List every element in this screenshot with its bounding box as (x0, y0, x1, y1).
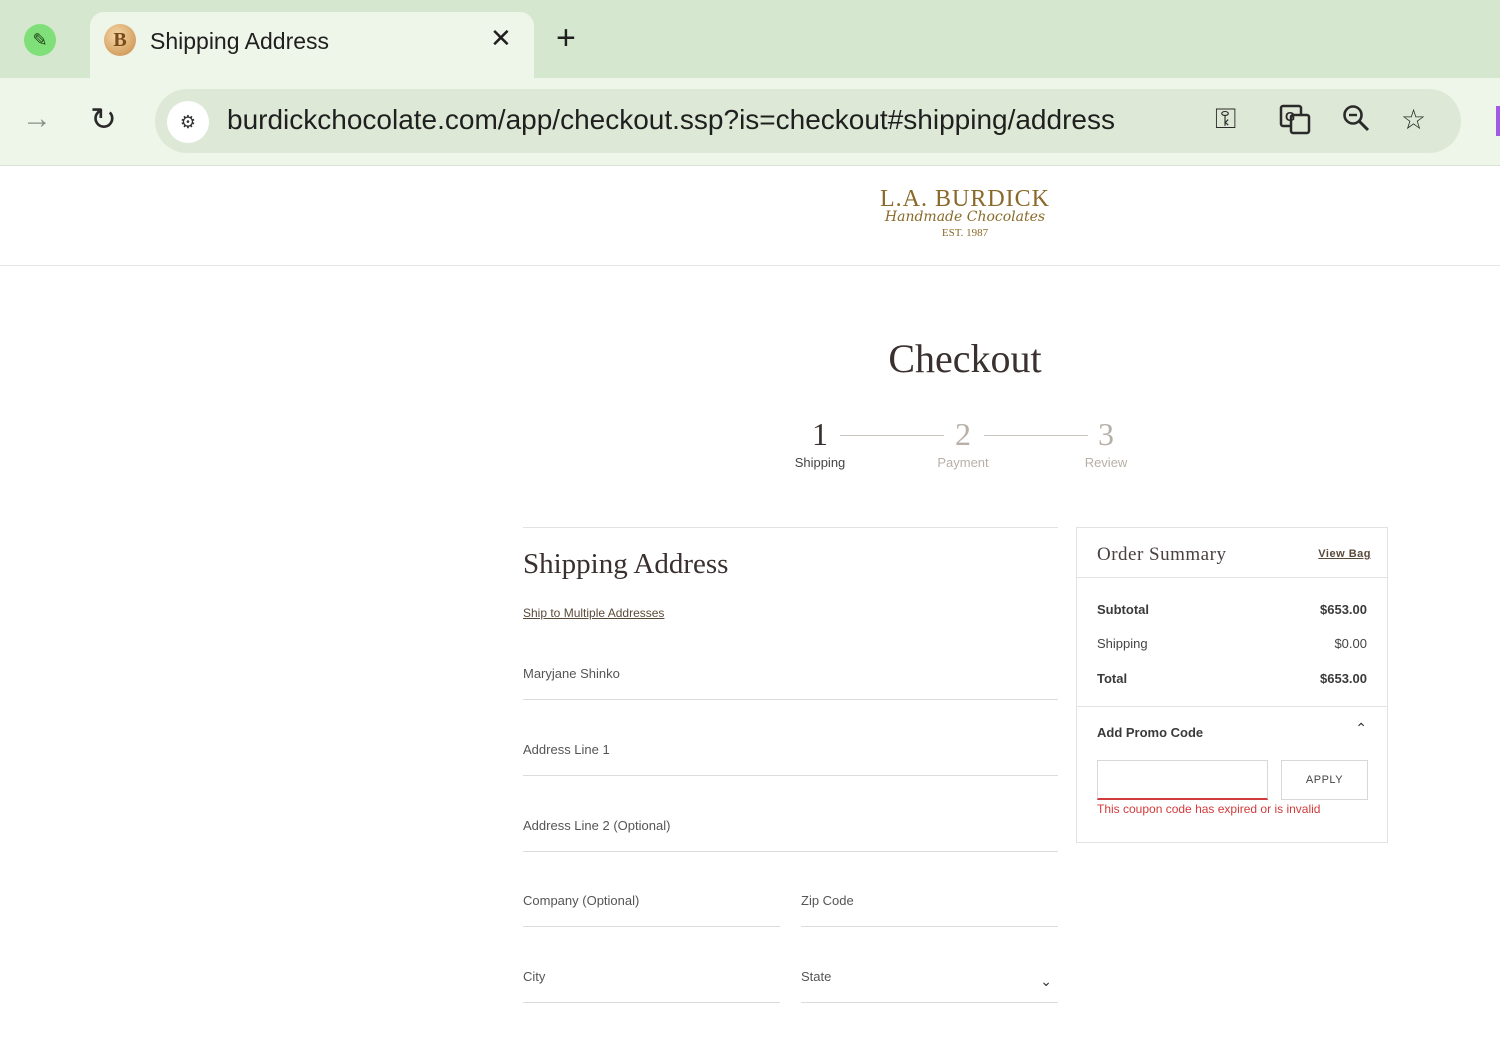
step-shipping: 1 Shipping (780, 416, 860, 470)
chevron-up-icon[interactable]: ⌃ (1355, 720, 1367, 737)
browser-tab-bar: ✎ B Shipping Address ✕ + (0, 0, 1500, 78)
step-label: Payment (937, 455, 989, 470)
step-review: 3 Review (1066, 416, 1146, 470)
password-key-icon[interactable]: ⚿ (1215, 103, 1236, 136)
profile-icon[interactable]: ✎ (24, 24, 56, 56)
zoom-icon[interactable] (1341, 103, 1371, 140)
full-name-value: Maryjane Shinko (523, 666, 620, 681)
ship-to-multiple-link[interactable]: Ship to Multiple Addresses (523, 606, 664, 620)
forward-icon[interactable]: → (22, 102, 52, 136)
divider (523, 527, 1058, 528)
step-label: Shipping (794, 455, 846, 470)
bookmark-star-icon[interactable]: ☆ (1401, 103, 1426, 136)
city-field[interactable]: City (523, 963, 780, 1003)
state-select[interactable]: State ⌄ (801, 963, 1058, 1003)
chevron-down-icon: ⌄ (1040, 973, 1052, 989)
address-line-2-label: Address Line 2 (Optional) (523, 818, 671, 833)
total-label: Total (1097, 671, 1128, 686)
logo-script-text: Handmade Chocolates (884, 209, 1046, 225)
site-info-icon[interactable]: ⚙ (167, 101, 209, 143)
subtotal-value: $653.00 (1320, 602, 1367, 617)
shipping-row: Shipping $0.00 (1097, 636, 1367, 651)
view-bag-link[interactable]: View Bag (1318, 548, 1371, 560)
full-name-field[interactable]: Maryjane Shinko (523, 660, 1058, 700)
new-tab-icon[interactable]: + (556, 20, 576, 56)
order-summary-panel: Order Summary View Bag Subtotal $653.00 … (1076, 527, 1388, 843)
shipping-address-heading: Shipping Address (523, 548, 729, 580)
company-field[interactable]: Company (Optional) (523, 887, 780, 927)
shipping-label: Shipping (1097, 636, 1148, 651)
tab-shipping-address[interactable]: B Shipping Address ✕ (90, 12, 534, 78)
divider (1077, 706, 1387, 707)
address-line-1-field[interactable]: Address Line 1 (523, 736, 1058, 776)
address-bar[interactable]: ⚙ burdickchocolate.com/app/checkout.ssp?… (155, 89, 1461, 153)
promo-code-toggle[interactable]: Add Promo Code (1097, 725, 1203, 740)
translate-icon[interactable]: G (1279, 103, 1311, 142)
site-favicon-icon: B (104, 24, 136, 56)
zip-code-field[interactable]: Zip Code (801, 887, 1058, 927)
apply-button[interactable]: APPLY (1281, 760, 1368, 800)
shipping-value: $0.00 (1334, 636, 1367, 651)
page-title: Checkout (888, 336, 1042, 381)
promo-code-input[interactable] (1097, 760, 1268, 800)
brand-logo[interactable]: L.A. BURDICK Handmade Chocolates EST. 19… (865, 186, 1065, 239)
total-row: Total $653.00 (1097, 671, 1367, 686)
state-label: State (801, 969, 832, 984)
step-payment: 2 Payment (923, 416, 1003, 470)
svg-text:G: G (1285, 109, 1295, 124)
tab-title: Shipping Address (150, 28, 330, 54)
promo-error-message: This coupon code has expired or is inval… (1097, 802, 1321, 816)
logo-est-text: EST. 1987 (941, 227, 989, 239)
zip-code-label: Zip Code (801, 893, 854, 908)
address-line-1-label: Address Line 1 (523, 742, 610, 757)
url-text[interactable]: burdickchocolate.com/app/checkout.ssp?is… (227, 104, 1115, 136)
company-label: Company (Optional) (523, 893, 640, 908)
step-label: Review (1084, 455, 1128, 470)
order-summary-header: Order Summary View Bag (1077, 528, 1387, 578)
browser-toolbar: → ↻ ⚙ burdickchocolate.com/app/checkout.… (0, 78, 1500, 166)
address-line-2-field[interactable]: Address Line 2 (Optional) (523, 812, 1058, 852)
close-icon[interactable]: ✕ (490, 24, 512, 52)
reload-icon[interactable]: ↻ (90, 100, 117, 138)
extension-edge (1496, 106, 1500, 136)
step-number: 3 (1098, 416, 1114, 452)
city-label: City (523, 969, 546, 984)
subtotal-row: Subtotal $653.00 (1097, 602, 1367, 617)
order-summary-title: Order Summary (1097, 544, 1227, 565)
total-value: $653.00 (1320, 671, 1367, 686)
site-header: L.A. BURDICK Handmade Chocolates EST. 19… (0, 166, 1500, 266)
subtotal-label: Subtotal (1097, 602, 1149, 617)
